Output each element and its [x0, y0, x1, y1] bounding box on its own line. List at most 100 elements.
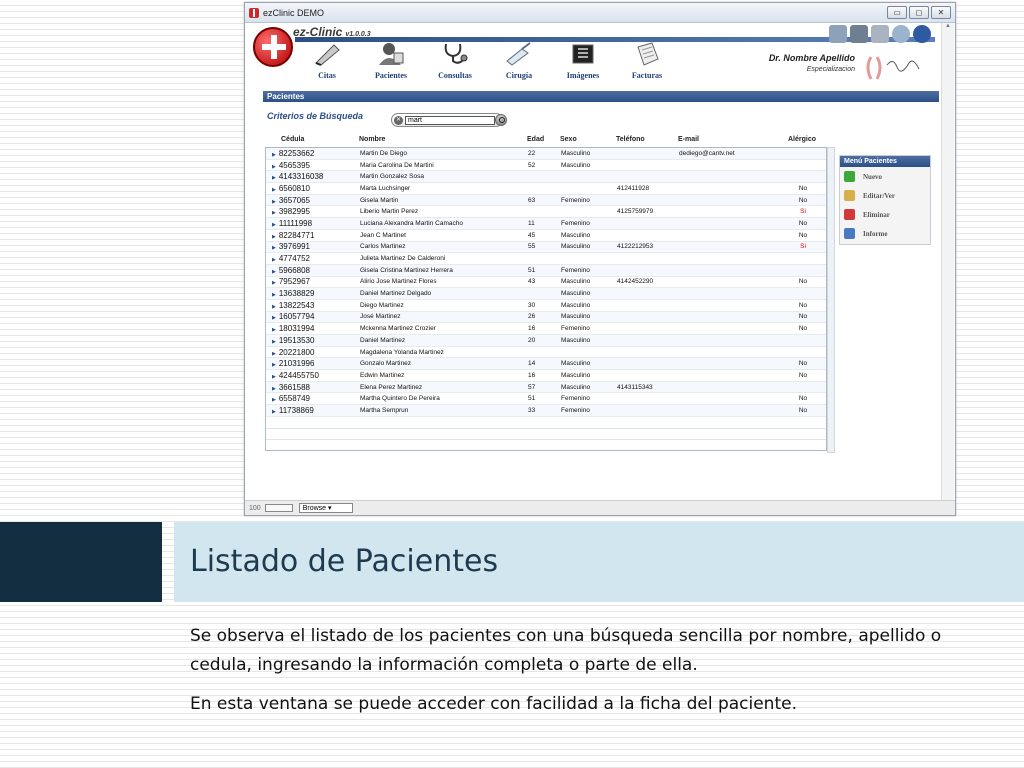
table-row[interactable]: 3982995Liberio Martin Perez 4125759979 Si — [266, 206, 826, 219]
layout-icons[interactable] — [264, 504, 293, 512]
doctor-info: Dr. Nombre Apellido Especializacion — [769, 53, 855, 73]
table-row[interactable]: 13822543Diego Martinez 30 Masculino No — [266, 299, 826, 312]
col-email[interactable]: E-mail — [678, 136, 782, 147]
cell-sexo: Masculino — [561, 336, 591, 344]
cell-sexo: Femenino — [561, 406, 590, 414]
nav-item-consultas[interactable]: Consultas — [423, 41, 487, 80]
table-row[interactable]: 82284771Jean C Martinet 45 Masculino No — [266, 229, 826, 242]
table-row[interactable]: 11111998Luciana Alexandra Martin Camacho… — [266, 218, 826, 230]
cell-nombre: Diego Martinez — [360, 301, 404, 309]
table-row[interactable]: 4774752Julieta Martinez De Calderoni — [266, 253, 826, 265]
table-row[interactable]: 19513530Daniel Martinez 20 Masculino — [266, 335, 826, 347]
app-window: ezClinic DEMO ▭ ◻ ✕ ez-Clinic v1.0.0.3 Ci… — [244, 2, 956, 516]
maximize-button[interactable]: ◻ — [909, 6, 929, 19]
main-nav: Citas Pacientes Consultas Cirugía Imágen… — [295, 41, 679, 80]
search-icon[interactable] — [495, 114, 507, 126]
table-row[interactable]: 11738869Martha Semprun 33 Femenino No — [266, 405, 826, 417]
status-bar: 100 Browse ▾ — [245, 500, 955, 515]
nav-label: Imágenes — [566, 71, 600, 80]
col-cedula[interactable]: Cédula — [265, 136, 359, 147]
search-input[interactable] — [405, 116, 495, 125]
nav-label: Citas — [318, 71, 336, 80]
table-row[interactable]: 7952967Alirio Jose Martinez Flores 43 Masc… — [266, 276, 826, 289]
slide-paragraph-1: Se observa el listado de los pacientes c… — [190, 626, 942, 675]
table-row[interactable]: 424455750Edwin Martinez 16 Masculino No — [266, 370, 826, 382]
nav-item-imagenes[interactable]: Imágenes — [551, 41, 615, 80]
table-row[interactable]: 4565395Maria Carolina De Martini 52 Mascul… — [266, 159, 826, 172]
nav-item-facturas[interactable]: Facturas — [615, 41, 679, 80]
table-row[interactable]: 16057794José Martinez 26 Masculino No — [266, 311, 826, 324]
cell-sexo: Femenino — [561, 196, 590, 204]
cell-cedula: 3976991 — [266, 242, 360, 251]
nav-item-cirugia[interactable]: Cirugía — [487, 41, 551, 80]
table-row[interactable]: 4143316038Martin Gonzalez Sosa — [266, 171, 826, 184]
cell-alergico: No — [798, 196, 808, 204]
zoom-level[interactable]: 100 — [249, 505, 261, 512]
table-row-empty — [266, 428, 826, 441]
nav-label: Pacientes — [375, 71, 407, 80]
table-header: Cédula Nombre Edad Sexo Teléfono E-mail … — [265, 136, 827, 147]
cell-cedula: 3661588 — [266, 383, 360, 392]
view-mode-select[interactable]: Browse ▾ — [298, 503, 353, 513]
cell-telefono: 4125759979 — [617, 208, 654, 216]
minimize-button[interactable]: ▭ — [887, 6, 907, 19]
tool-notes-icon[interactable] — [871, 25, 889, 43]
menu-label: Editar/Ver — [863, 191, 896, 200]
menu-item-informe[interactable]: Informe — [840, 224, 930, 243]
menu-item-eliminar[interactable]: Eliminar — [840, 205, 930, 224]
cell-cedula: 6558749 — [266, 394, 360, 403]
table-row[interactable]: 5966808Gisela Cristina Martinez Herrera 5… — [266, 264, 826, 277]
menu-item-nuevo[interactable]: Nuevo — [840, 167, 930, 186]
tool-user-icon[interactable] — [850, 25, 868, 43]
close-button[interactable]: ✕ — [931, 6, 951, 19]
cell-nombre: Martha Quintero De Pereira — [360, 395, 440, 403]
app-header: ez-Clinic v1.0.0.3 Citas Pacientes Consul… — [245, 23, 941, 91]
col-telefono[interactable]: Teléfono — [616, 136, 678, 147]
cell-nombre: Maria Carolina De Martini — [360, 161, 434, 169]
cell-cedula: 11111998 — [266, 219, 360, 228]
cell-cedula: 424455750 — [266, 371, 360, 380]
table-row[interactable]: 6560810Marta Luchsinger 412411928 No — [266, 183, 826, 195]
section-title: Pacientes — [263, 91, 939, 102]
table-row[interactable]: 21031996Gonzalo Martinez 14 Masculino No — [266, 358, 826, 371]
table-row[interactable]: 6558749Martha Quintero De Pereira 51 Femen… — [266, 393, 826, 406]
cell-nombre: Liberio Martin Perez — [360, 208, 419, 216]
clear-search-icon[interactable]: ✕ — [394, 116, 403, 125]
cell-nombre: Daniel Martinez Delgado — [360, 290, 432, 298]
table-row[interactable]: 3657065Gisela Martin 63 Femenino No — [266, 194, 826, 207]
col-edad[interactable]: Edad — [527, 136, 560, 147]
table-row[interactable]: 13638829Daniel Martinez Delgado Masculino — [266, 288, 826, 300]
tool-globe-icon[interactable] — [892, 25, 910, 43]
cell-nombre: Gisela Martin — [360, 196, 399, 204]
nav-item-citas[interactable]: Citas — [295, 41, 359, 80]
nav-item-pacientes[interactable]: Pacientes — [359, 41, 423, 80]
table-row[interactable]: 20221800Magdalena Yolanda Martinez — [266, 346, 826, 359]
col-nombre[interactable]: Nombre — [359, 136, 527, 147]
cell-telefono: 4122212953 — [617, 243, 654, 251]
table-row[interactable]: 3661588Elena Perez Martinez 57 Masculino 41… — [266, 381, 826, 394]
tool-pen-icon[interactable] — [829, 25, 847, 43]
cell-nombre: José Martinez — [360, 313, 401, 321]
col-sexo[interactable]: Sexo — [560, 136, 616, 147]
table-row[interactable]: 82253662Martin De Diego 22 Masculino dedieg… — [266, 148, 826, 160]
cell-cedula: 11738869 — [266, 406, 360, 415]
table-row[interactable]: 3976991Carlos Martinez 55 Masculino 4122212… — [266, 241, 826, 254]
power-icon[interactable] — [913, 25, 931, 43]
table-row-empty — [266, 440, 826, 450]
table-body: 82253662Martin De Diego 22 Masculino dedieg… — [265, 147, 827, 451]
main-scrollbar[interactable]: ▲ — [941, 23, 954, 503]
table-scrollbar[interactable] — [827, 147, 835, 453]
cell-nombre: Luciana Alexandra Martin Camacho — [360, 219, 463, 227]
cell-edad: 52 — [528, 161, 536, 169]
scroll-up-icon[interactable]: ▲ — [942, 23, 954, 29]
cell-edad: 45 — [528, 231, 536, 239]
search-box: ✕ — [391, 113, 503, 127]
header-toolbar — [829, 25, 931, 43]
table-row[interactable]: 18031994Mckenna Martinez Crozier 16 Femeni… — [266, 323, 826, 335]
menu-item-editar[interactable]: Editar/Ver — [840, 186, 930, 205]
cell-cedula: 82284771 — [266, 231, 360, 240]
cell-nombre: Martin De Diego — [360, 149, 407, 157]
col-alergico[interactable]: Alérgico — [782, 136, 822, 147]
stethoscope-icon — [444, 43, 468, 64]
cell-telefono: 4142452290 — [617, 278, 654, 286]
